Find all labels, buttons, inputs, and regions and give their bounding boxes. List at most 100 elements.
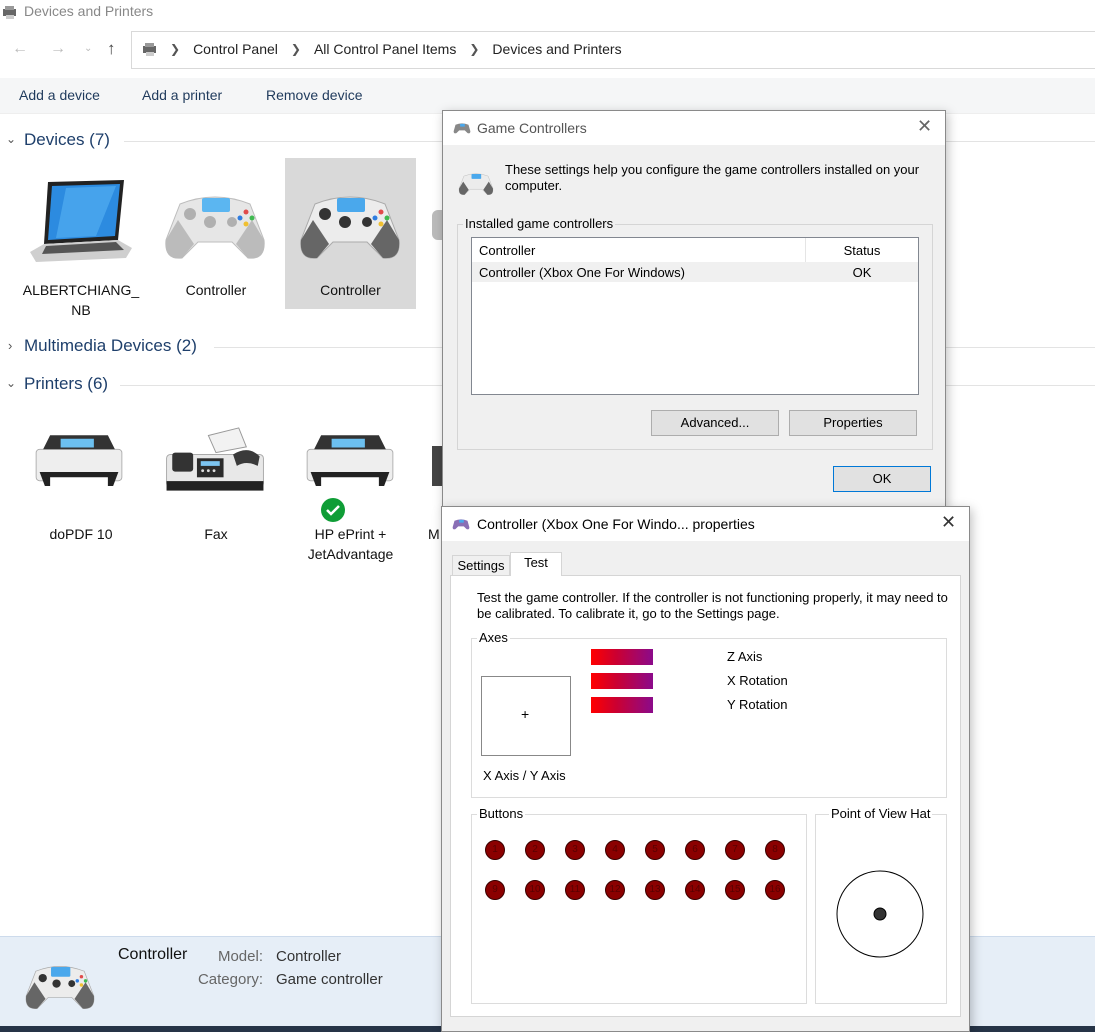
group-devices-header[interactable]: Devices (7) <box>24 130 110 150</box>
add-device-button[interactable]: Add a device <box>19 87 100 103</box>
controller-button-indicator: 16 <box>765 880 785 900</box>
controller-button-number: 3 <box>572 844 578 855</box>
printer-fax[interactable]: Fax <box>150 420 282 550</box>
game-controllers-dialog: Game Controllers ✕ These settings help y… <box>442 110 946 508</box>
controller-button-indicator: 3 <box>565 840 585 860</box>
crosshair-icon: + <box>521 706 530 722</box>
group-multimedia-header[interactable]: Multimedia Devices (2) <box>24 336 197 356</box>
test-instructions: Test the game controller. If the control… <box>477 590 948 621</box>
controller-button-number: 2 <box>532 844 538 855</box>
close-icon[interactable]: ✕ <box>917 116 932 137</box>
pov-hat-label: Point of View Hat <box>829 806 933 821</box>
remove-device-button[interactable]: Remove device <box>266 87 363 103</box>
device-controller-1[interactable]: Controller <box>150 160 282 310</box>
ok-button[interactable]: OK <box>833 466 931 492</box>
gamepad-icon <box>300 196 400 259</box>
controller-button-number: 10 <box>529 884 541 895</box>
game-controllers-titlebar: Game Controllers ✕ <box>443 111 945 145</box>
controller-button-number: 5 <box>652 844 658 855</box>
printer-dopdf[interactable]: doPDF 10 <box>14 420 148 550</box>
breadcrumb-control-panel[interactable]: Control Panel <box>193 41 278 57</box>
axes-label: Axes <box>477 630 510 645</box>
buttons-label: Buttons <box>477 806 526 821</box>
gamepad-small-icon <box>453 123 471 134</box>
close-icon[interactable]: ✕ <box>941 512 956 533</box>
window-titlebar: Devices and Printers <box>0 0 1095 26</box>
printer-hp-eprint[interactable]: HP ePrint + JetAdvantage <box>285 420 416 570</box>
advanced-button[interactable]: Advanced... <box>651 410 779 436</box>
controller-button-indicator: 4 <box>605 840 625 860</box>
add-printer-button[interactable]: Add a printer <box>142 87 222 103</box>
chevron-right-icon: ❯ <box>290 42 301 56</box>
up-icon[interactable]: ↑ <box>107 39 116 59</box>
gamepad-icon <box>165 196 265 259</box>
details-category-key: Category: <box>197 971 263 988</box>
installed-controllers-label: Installed game controllers <box>463 216 616 231</box>
properties-button[interactable]: Properties <box>789 410 917 436</box>
controller-button-indicator: 2 <box>525 840 545 860</box>
group-printers-header[interactable]: Printers (6) <box>24 374 108 394</box>
command-bar: Add a device Add a printer Remove device <box>0 78 1095 114</box>
row-status: OK <box>852 265 872 280</box>
controller-button-number: 7 <box>732 844 738 855</box>
controller-button-indicator: 5 <box>645 840 665 860</box>
window-title: Devices and Printers <box>24 3 154 19</box>
gamepad-icon <box>25 966 95 1009</box>
details-model-value: Controller <box>276 948 342 965</box>
controller-button-number: 4 <box>612 844 618 855</box>
breadcrumb-devices-printers[interactable]: Devices and Printers <box>492 41 621 57</box>
controller-button-indicator: 6 <box>685 840 705 860</box>
chevron-right-icon: ❯ <box>469 42 480 56</box>
y-rotation-label: Y Rotation <box>727 697 788 712</box>
details-category-value: Game controller <box>276 971 383 988</box>
controller-button-indicator: 8 <box>765 840 785 860</box>
controller-button-indicator: 11 <box>565 880 585 900</box>
controller-button-number: 1 <box>492 844 498 855</box>
z-axis-label: Z Axis <box>727 649 763 664</box>
chevron-down-icon[interactable]: ⌄ <box>6 132 16 146</box>
chevron-right-icon[interactable]: › <box>8 338 12 353</box>
default-printer-check-icon <box>321 498 345 522</box>
printer-label: Fax <box>204 526 228 542</box>
forward-icon[interactable]: → <box>50 40 66 58</box>
x-rotation-bar <box>591 673 653 689</box>
printer-partial[interactable] <box>432 446 442 486</box>
back-icon[interactable]: ← <box>12 40 28 58</box>
details-model-key: Model: <box>217 948 263 965</box>
tab-settings[interactable]: Settings <box>452 555 510 576</box>
device-controller-2-selected[interactable]: Controller <box>285 158 416 309</box>
column-header-status[interactable]: Status <box>806 238 918 262</box>
printer-label-line2: JetAdvantage <box>307 546 394 562</box>
breadcrumb-all-items[interactable]: All Control Panel Items <box>314 41 456 57</box>
recent-chevron-icon[interactable]: ⌄ <box>84 43 92 54</box>
pov-hat-indicator <box>836 870 924 958</box>
printer-icon <box>35 435 123 486</box>
details-device-name: Controller <box>118 946 188 963</box>
z-axis-bar <box>591 649 653 665</box>
printer-label: doPDF 10 <box>49 526 113 542</box>
controller-button-indicator: 15 <box>725 880 745 900</box>
xy-axis-pad: + <box>481 676 571 756</box>
device-label: Controller <box>320 282 381 298</box>
gamepad-icon <box>458 173 494 195</box>
control-panel-icon <box>143 43 156 56</box>
chevron-down-icon[interactable]: ⌄ <box>6 376 16 390</box>
column-header-controller[interactable]: Controller <box>472 238 806 262</box>
controllers-list[interactable]: Controller Status Controller (Xbox One F… <box>471 237 919 395</box>
device-partial[interactable] <box>432 210 442 240</box>
device-label: Controller <box>185 282 247 298</box>
test-tab-panel: Test the game controller. If the control… <box>450 575 961 1017</box>
laptop-icon <box>30 180 132 262</box>
printer-icon <box>306 435 394 486</box>
controller-button-number: 13 <box>649 884 661 895</box>
tab-test[interactable]: Test <box>510 552 562 576</box>
game-controllers-title: Game Controllers <box>477 120 587 136</box>
xy-axis-label: X Axis / Y Axis <box>483 768 566 783</box>
x-rotation-label: X Rotation <box>727 673 788 688</box>
properties-titlebar: Controller (Xbox One For Windo... proper… <box>442 507 969 541</box>
device-laptop[interactable]: ALBERTCHIANG_ NB <box>14 160 148 320</box>
table-row[interactable]: Controller (Xbox One For Windows) OK <box>472 262 918 282</box>
address-bar[interactable]: ❯ Control Panel ❯ All Control Panel Item… <box>131 31 1095 69</box>
controller-button-indicator: 9 <box>485 880 505 900</box>
controller-button-indicator: 14 <box>685 880 705 900</box>
